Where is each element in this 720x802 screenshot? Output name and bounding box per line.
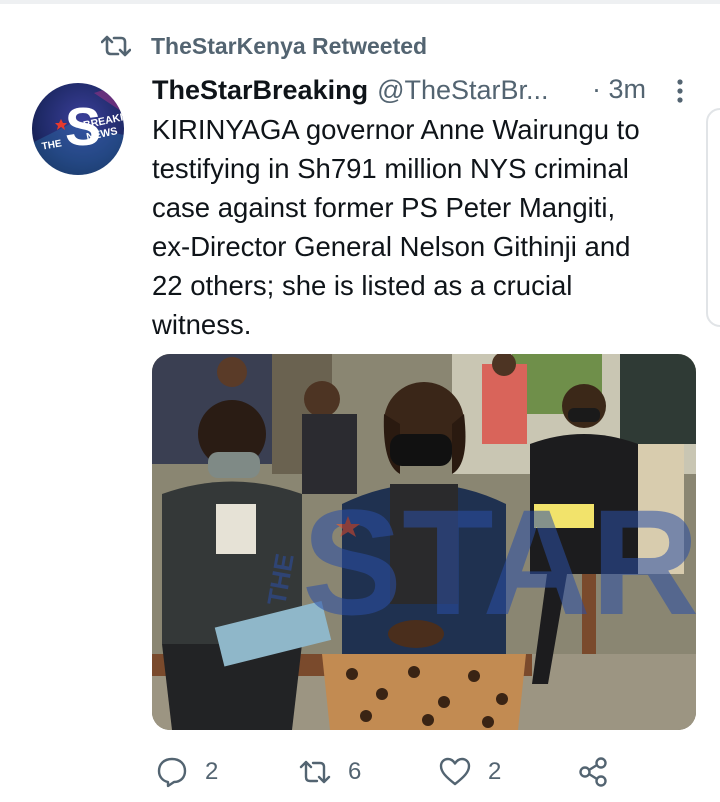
- watermark: STAR THE: [261, 478, 696, 646]
- display-name[interactable]: TheStarBreaking: [152, 75, 368, 106]
- tweet-header: TheStarBreaking @TheStarBr... · 3m: [152, 71, 692, 109]
- heart-icon: [439, 757, 471, 786]
- share-button[interactable]: [577, 752, 627, 792]
- retweet-count: 6: [348, 758, 362, 785]
- top-divider: [0, 0, 720, 4]
- retweet-banner[interactable]: TheStarKenya Retweeted: [101, 30, 427, 62]
- like-count: 2: [488, 758, 502, 785]
- user-handle[interactable]: @TheStarBr...: [377, 75, 548, 106]
- court-photo: STAR THE: [152, 354, 696, 730]
- more-options-icon[interactable]: [675, 78, 685, 104]
- retweet-label: TheStarKenya Retweeted: [151, 32, 428, 59]
- tweet-time[interactable]: · 3m: [592, 74, 646, 105]
- tweet-text: KIRINYAGA governor Anne Wairungu to test…: [152, 114, 640, 340]
- retweet-icon: [101, 35, 131, 57]
- watermark-text: STAR: [302, 478, 696, 646]
- reply-icon: [157, 757, 187, 788]
- like-button[interactable]: 2: [438, 752, 501, 792]
- reply-count: 2: [205, 758, 219, 785]
- tweet-photo[interactable]: STAR THE: [152, 354, 696, 730]
- reply-button[interactable]: 2: [155, 752, 218, 792]
- retweet-icon: [299, 760, 331, 784]
- tweet-actions: 2 6 2: [152, 752, 712, 792]
- adjacent-card-edge: [706, 108, 720, 327]
- breaking-news-logo: S THE BREAKING NEWS: [32, 83, 124, 175]
- share-icon: [579, 757, 607, 787]
- avatar[interactable]: S THE BREAKING NEWS: [32, 83, 124, 175]
- retweet-button[interactable]: 6: [298, 752, 361, 792]
